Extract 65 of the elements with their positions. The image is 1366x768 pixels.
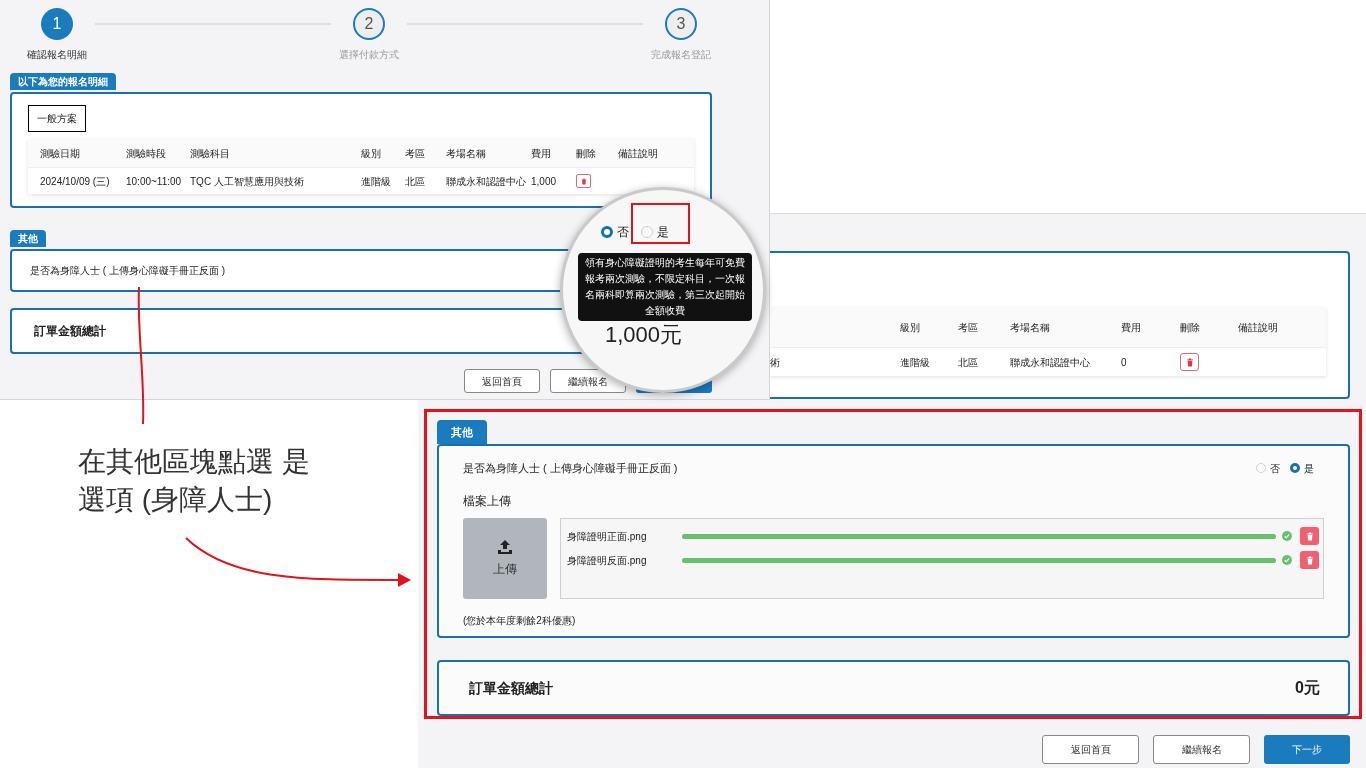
step-label: 完成報名登記 <box>651 48 711 62</box>
step-label: 確認報名明細 <box>27 48 87 62</box>
column-header: 測驗日期 <box>40 147 80 159</box>
option-label: 是 <box>657 224 669 241</box>
total-amount: 0元 <box>1295 678 1320 698</box>
trash-icon <box>1305 555 1314 565</box>
radio-button[interactable] <box>1290 463 1300 473</box>
total-label: 訂單金額總計 <box>469 678 553 698</box>
table-cell: TQC 人工智慧應用與技術 <box>190 175 304 187</box>
question-text: 是否為身障人士 ( 上傳身心障礙手冊正反面 ) <box>463 460 678 476</box>
instruction-text: 在其他區塊點選 是 選項 (身障人士) <box>78 445 310 517</box>
step-label: 選擇付款方式 <box>339 48 399 62</box>
table-cell: 2024/10/09 (三) <box>40 175 110 187</box>
column-header: 考場名稱 <box>1010 322 1050 333</box>
column-header: 考區 <box>958 322 978 333</box>
option-label: 否 <box>617 224 629 241</box>
column-header: 費用 <box>531 147 551 159</box>
secondary-button[interactable]: 返回首頁 <box>1042 735 1139 764</box>
table-cell: 聯成永和認證中心 <box>446 175 526 187</box>
table-cell: 10:00~11:00 <box>126 175 182 187</box>
plan-label: 一般方案 <box>28 105 86 132</box>
upload-label: 檔案上傳 <box>463 493 512 510</box>
column-header: 考場名稱 <box>446 147 486 159</box>
delete-button[interactable] <box>1180 353 1199 371</box>
option-label: 否 <box>1270 461 1280 476</box>
table-cell: 術 <box>770 356 780 368</box>
column-header: 考區 <box>405 147 425 159</box>
total-label: 訂單金額總計 <box>34 323 106 340</box>
trash-icon <box>1305 531 1314 541</box>
column-header: 測驗科目 <box>190 147 230 159</box>
secondary-button[interactable]: 返回首頁 <box>464 369 540 393</box>
check-circle-icon <box>1282 555 1292 565</box>
column-header: 備註說明 <box>1238 322 1278 333</box>
option-label: 是 <box>1304 461 1314 476</box>
check-circle-icon <box>1282 531 1292 541</box>
column-header: 級別 <box>361 147 381 159</box>
secondary-button[interactable]: 繼續報名 <box>1153 735 1250 764</box>
column-header: 費用 <box>1121 322 1141 333</box>
radio-button[interactable] <box>601 226 613 238</box>
delete-button[interactable] <box>576 174 591 188</box>
upload-button[interactable]: 上傳 <box>463 518 547 599</box>
table-cell: 進階級 <box>900 356 930 368</box>
file-name: 身障證明正面.png <box>567 529 648 544</box>
column-header: 測驗時段 <box>126 147 166 159</box>
delete-button[interactable] <box>1300 527 1319 545</box>
upload-icon <box>497 539 513 554</box>
column-header: 刪除 <box>1180 322 1200 333</box>
primary-button[interactable]: 下一步 <box>1264 735 1350 764</box>
table-cell: 1,000 <box>531 175 557 187</box>
table-cell: 北區 <box>405 175 425 187</box>
delete-button[interactable] <box>1300 551 1319 569</box>
table-cell: 聯成永和認證中心 <box>1010 356 1090 368</box>
file-name: 身障證明反面.png <box>567 553 648 568</box>
note-text: (您於本年度剩餘2科優惠) <box>463 614 577 628</box>
trash-icon <box>1185 357 1194 367</box>
table-cell: 0 <box>1121 356 1127 368</box>
question-text: 是否為身障人士 ( 上傳身心障礙手冊正反面 ) <box>30 264 225 278</box>
table-cell: 北區 <box>958 356 978 368</box>
column-header: 刪除 <box>576 147 596 159</box>
table-cell: 進階級 <box>361 175 391 187</box>
total-amount: 1,000元 <box>605 321 683 349</box>
tooltip: 領有身心障礙證明的考生每年可免費報考兩次測驗，不限定科目，一次報名兩科即算兩次測驗，第三次起開始全額收費 <box>578 253 752 321</box>
column-header: 級別 <box>900 322 920 333</box>
trash-icon <box>580 177 587 185</box>
column-header: 備註說明 <box>618 147 658 159</box>
